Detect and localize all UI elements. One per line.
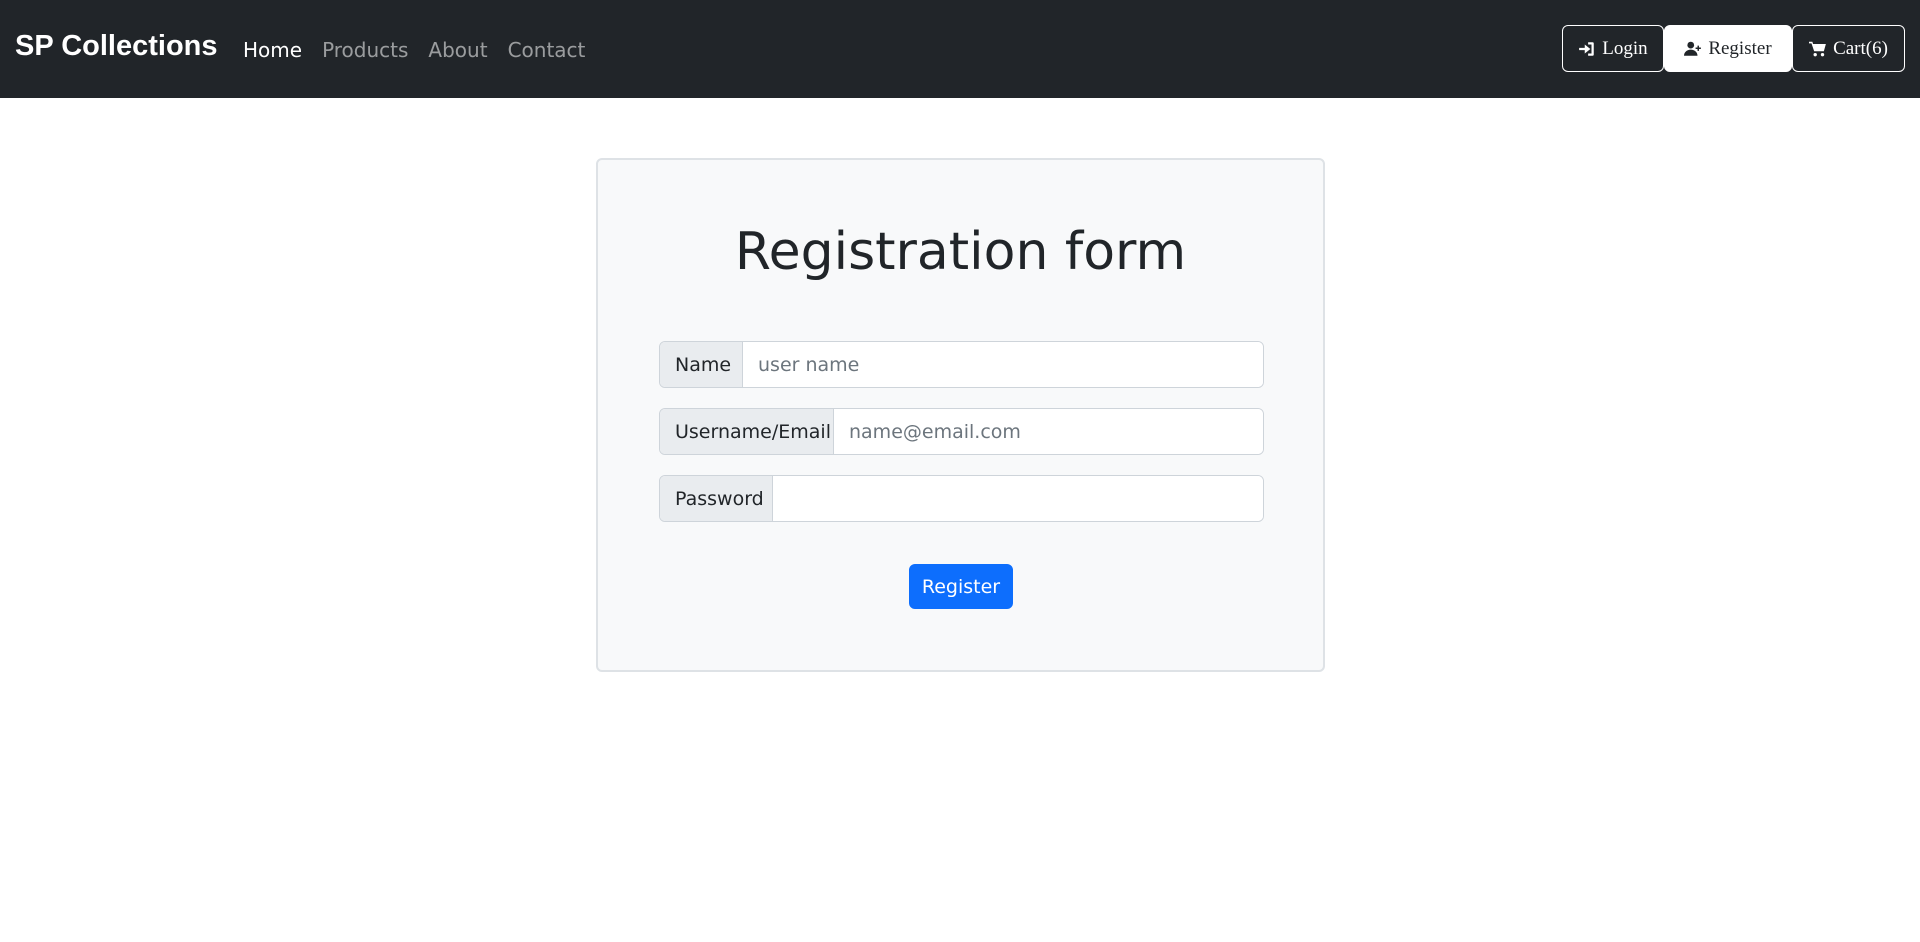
nav-link-contact[interactable]: Contact (508, 38, 586, 62)
login-label: Login (1602, 37, 1648, 59)
cart-label: Cart(6) (1833, 37, 1888, 59)
login-button[interactable]: Login (1562, 25, 1664, 72)
register-submit-button[interactable]: Register (909, 564, 1013, 609)
brand-logo-link[interactable]: SP Collections (15, 30, 218, 63)
name-input[interactable] (743, 342, 1263, 387)
cart-button[interactable]: Cart(6) (1792, 25, 1905, 72)
shopping-cart-icon (1809, 41, 1826, 56)
register-nav-label: Register (1708, 37, 1772, 59)
register-nav-button[interactable]: Register (1664, 25, 1792, 72)
password-input[interactable] (773, 476, 1263, 521)
page-title: Registration form (734, 222, 1187, 282)
sign-in-icon (1579, 41, 1595, 56)
password-input-group: Password (659, 475, 1264, 522)
nav-button-group: Login Register Cart(6) (1562, 25, 1905, 72)
nav-links: Home Products About Contact (243, 38, 605, 62)
email-label: Username/Email (660, 409, 834, 454)
name-input-group: Name (659, 341, 1264, 388)
email-input-group: Username/Email (659, 408, 1264, 455)
user-plus-icon (1684, 41, 1702, 56)
nav-link-about[interactable]: About (428, 38, 487, 62)
email-input[interactable] (834, 409, 1263, 454)
nav-link-products[interactable]: Products (322, 38, 408, 62)
name-label: Name (660, 342, 743, 387)
nav-link-home[interactable]: Home (243, 38, 302, 62)
registration-card: Registration form Name Username/Email Pa… (596, 158, 1325, 672)
top-navbar: SP Collections Home Products About Conta… (0, 0, 1920, 98)
password-label: Password (660, 476, 773, 521)
